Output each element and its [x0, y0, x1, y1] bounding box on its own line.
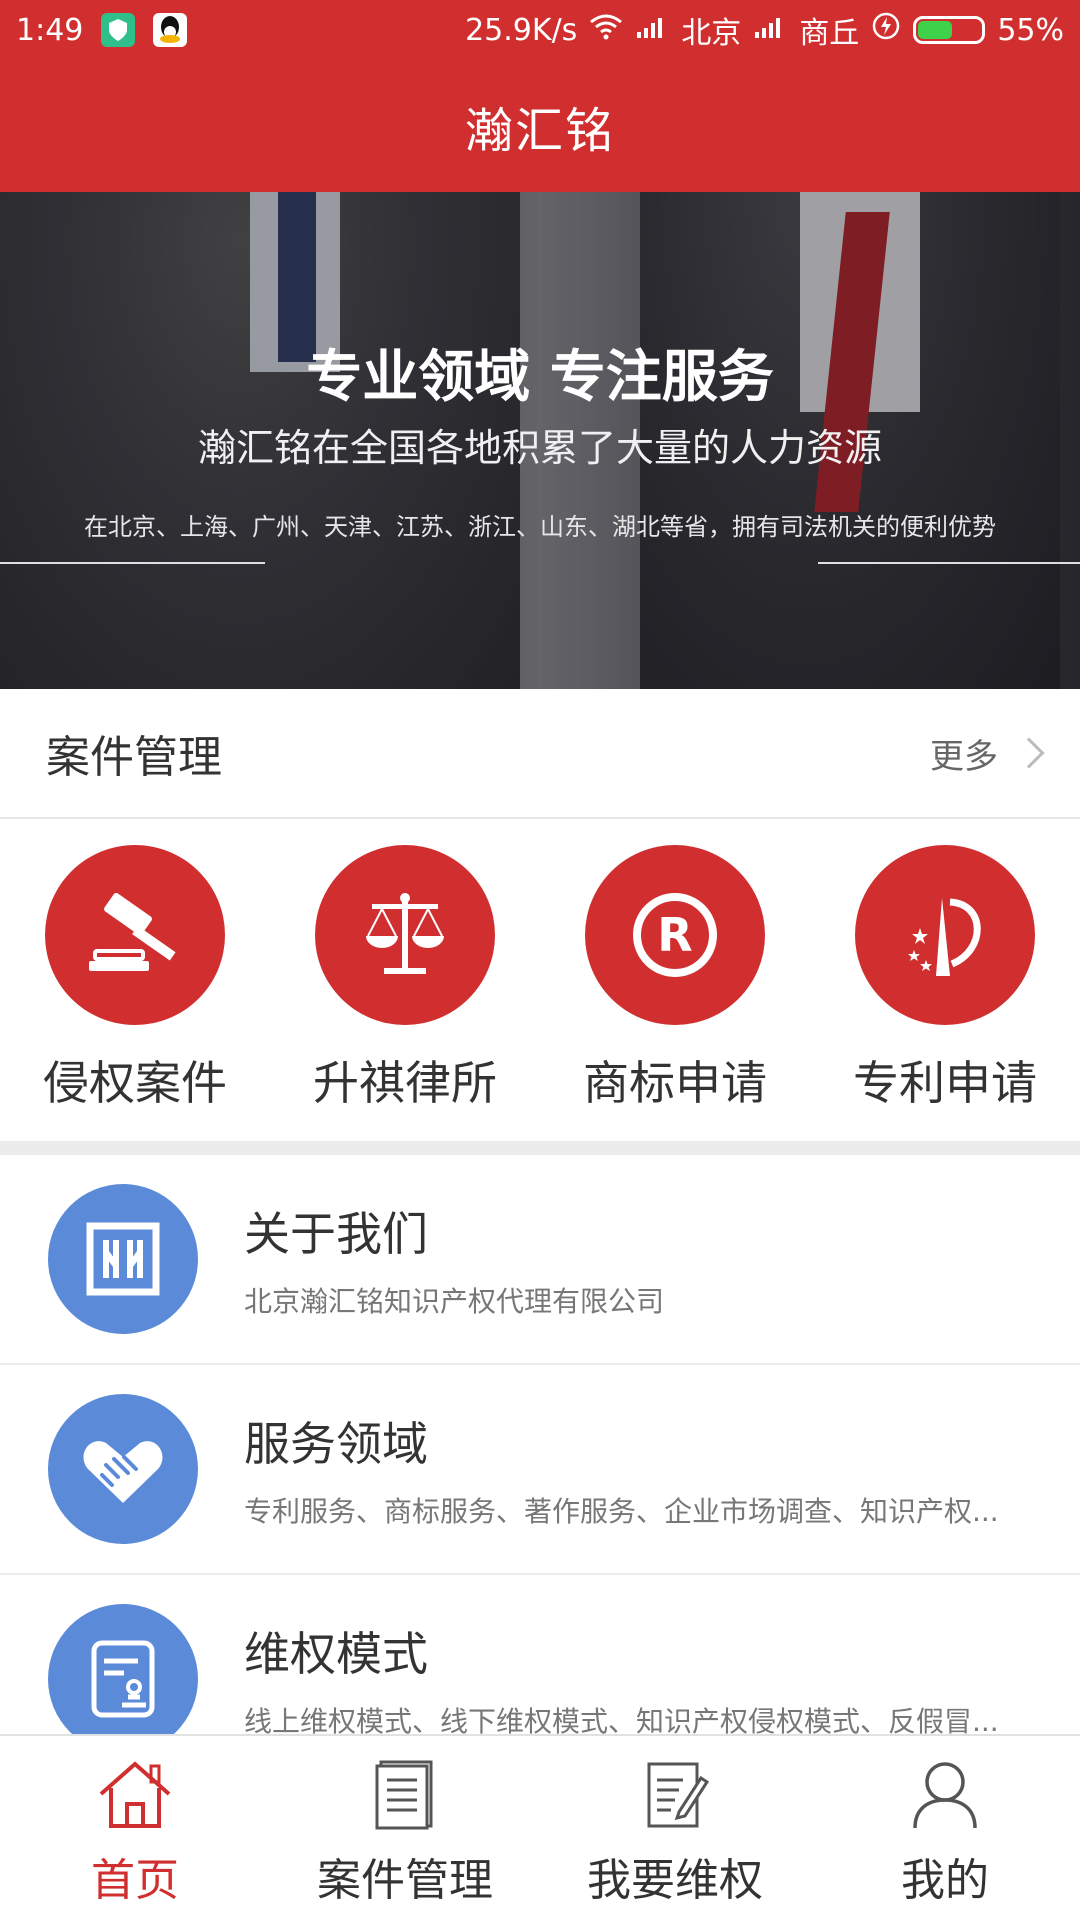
- scales-icon: [315, 845, 495, 1025]
- category-trademark-application[interactable]: R 商标申请: [540, 819, 810, 1141]
- certificate-icon: [48, 1604, 198, 1754]
- category-label: 专利申请: [853, 1056, 1037, 1110]
- more-label: 更多: [930, 736, 998, 777]
- list-item-title: 服务领域: [244, 1417, 428, 1471]
- signal-icon: [635, 13, 669, 48]
- registered-icon: R: [585, 845, 765, 1025]
- edit-document-icon: [635, 1758, 715, 1834]
- app-title: 瀚汇铭: [464, 103, 615, 159]
- category-label: 侵权案件: [43, 1056, 227, 1110]
- category-patent-application[interactable]: 专利申请: [810, 819, 1080, 1141]
- info-list: 关于我们 北京瀚汇铭知识产权代理有限公司 服务领域 专利服务、商标服务、著作服务…: [0, 1155, 1080, 1785]
- patent-icon: [855, 845, 1035, 1025]
- banner-divider-right: [818, 562, 1080, 564]
- app-bar: 瀚汇铭: [0, 60, 1080, 192]
- category-law-firm[interactable]: 升祺律所: [270, 819, 540, 1141]
- bottom-navigation: 首页 案件管理 我要维权 我的: [0, 1734, 1080, 1920]
- nav-label: 我的: [901, 1855, 989, 1906]
- gavel-icon: [45, 845, 225, 1025]
- battery-percent: 55%: [997, 12, 1064, 48]
- wifi-icon: [589, 13, 623, 48]
- category-label: 升祺律所: [313, 1056, 497, 1110]
- charging-icon: [871, 11, 901, 49]
- nav-case-management[interactable]: 案件管理: [270, 1736, 540, 1920]
- battery-icon: [913, 16, 986, 44]
- list-item-about-us[interactable]: 关于我们 北京瀚汇铭知识产权代理有限公司: [0, 1155, 1080, 1365]
- status-time: 1:49: [16, 12, 84, 48]
- status-bar: 1:49 25.9K/s 北京 商丘 55%: [0, 0, 1080, 60]
- list-item-description: 北京瀚汇铭知识产权代理有限公司: [244, 1285, 665, 1318]
- carrier-1: 北京: [681, 16, 742, 51]
- list-item-service-areas[interactable]: 服务领域 专利服务、商标服务、著作服务、企业市场调查、知识产权...: [0, 1365, 1080, 1575]
- svg-text:R: R: [657, 908, 692, 962]
- nav-home[interactable]: 首页: [0, 1736, 270, 1920]
- nav-rights-protection[interactable]: 我要维权: [540, 1736, 810, 1920]
- user-icon: [905, 1758, 985, 1834]
- signal-icon: [753, 13, 787, 48]
- banner-subtitle: 瀚汇铭在全国各地积累了大量的人力资源: [197, 426, 882, 470]
- list-item-title: 关于我们: [244, 1207, 428, 1261]
- category-label: 商标申请: [583, 1056, 767, 1110]
- security-app-icon: [101, 13, 136, 47]
- list-item-title: 维权模式: [244, 1627, 428, 1681]
- home-icon: [95, 1758, 175, 1834]
- qq-icon: [153, 13, 188, 47]
- banner-headline: 专业领域 专注服务: [306, 345, 774, 410]
- banner-divider-left: [0, 562, 265, 564]
- category-infringement-cases[interactable]: 侵权案件: [0, 819, 270, 1141]
- more-link[interactable]: 更多: [930, 729, 1045, 778]
- banner-detail: 在北京、上海、广州、天津、江苏、浙江、山东、湖北等省，拥有司法机关的便利优势: [84, 513, 996, 541]
- case-management-header: 案件管理 更多: [0, 689, 1080, 819]
- nav-label: 我要维权: [587, 1855, 763, 1906]
- nav-profile[interactable]: 我的: [810, 1736, 1080, 1920]
- chevron-right-icon: [1013, 737, 1045, 769]
- list-item-description: 专利服务、商标服务、著作服务、企业市场调查、知识产权...: [244, 1495, 999, 1528]
- handshake-icon: [48, 1394, 198, 1544]
- nav-label: 首页: [91, 1855, 179, 1906]
- network-speed: 25.9K/s: [465, 12, 578, 48]
- hero-banner[interactable]: 专业领域 专注服务 瀚汇铭在全国各地积累了大量的人力资源 在北京、上海、广州、天…: [0, 192, 1080, 689]
- carrier-2: 商丘: [799, 16, 860, 51]
- document-icon: [365, 1758, 445, 1834]
- nav-label: 案件管理: [317, 1855, 493, 1906]
- category-grid: 侵权案件 升祺律所 R 商标申请 专利申请: [0, 819, 1080, 1141]
- section-title: 案件管理: [46, 732, 222, 783]
- section-divider: [0, 1141, 1080, 1155]
- company-logo-icon: [48, 1184, 198, 1334]
